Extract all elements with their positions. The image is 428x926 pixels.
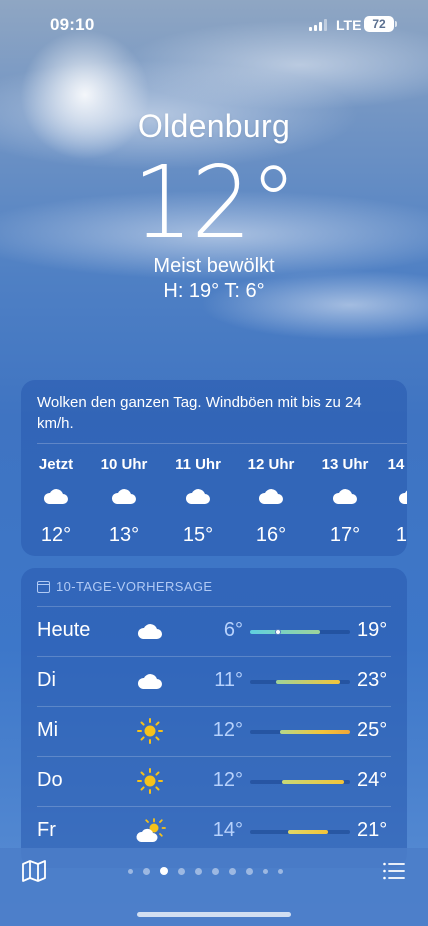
divider [37,443,407,444]
hourly-scroller[interactable]: Jetzt 12° 10 Uhr 13° 11 Uhr 15° 12 Uhr 1… [21,456,407,546]
day-low: 12° [212,769,243,791]
hour-label: 13 Uhr [321,456,369,473]
sun-icon [136,717,166,745]
day-low: 11° [214,669,243,691]
temp-range-fill [288,830,328,834]
hour-item: 14 Uhr 18° [376,456,407,546]
day-high: 24° [357,769,388,791]
ten-day-forecast-card[interactable]: 10-TAGE-VORHERSAGE Heute 6° 19° Di 11° 2… [21,568,407,868]
hour-label: 10 Uhr [100,456,148,473]
temp-range-bar [250,680,350,684]
temp-range-fill [282,780,344,784]
ten-day-header: 10-TAGE-VORHERSAGE [37,579,213,594]
hourly-forecast-card[interactable]: Wolken den ganzen Tag. Windböen mit bis … [21,380,407,556]
high-low-text: H: 19° T: 6° [163,280,265,302]
hour-label: 11 Uhr [175,456,221,473]
hour-temp: 15° [182,524,214,546]
cloud-icon [136,617,166,645]
day-row-mi[interactable]: Mi 12° 25° [21,706,407,756]
temp-range-bar [250,830,350,834]
calendar-icon [37,580,50,593]
page-dot [229,867,236,875]
day-name: Mi [37,719,59,741]
city-name: Oldenburg [137,108,291,144]
day-name: Do [37,769,63,791]
day-name: Di [37,669,56,691]
ten-day-title: 10-TAGE-VORHERSAGE [56,579,213,594]
hour-label: Jetzt [38,456,74,473]
current-weather: Oldenburg 12° Meist bewölkt H: 19° T: 6° [0,108,428,303]
temp-range-bar [250,780,350,784]
cloud-icon [21,486,91,518]
divider [37,606,391,607]
divider [37,706,391,707]
temp-range-bar [250,629,350,635]
page-dot-active [160,867,168,875]
temp-range-bar [250,730,350,734]
hour-item: 10 Uhr 13° [89,456,159,546]
cloud-icon [376,486,407,518]
temp-range-fill [276,680,340,684]
hour-item: 13 Uhr 17° [310,456,380,546]
cloud-icon [163,486,233,518]
cloud-icon [236,486,306,518]
list-icon[interactable] [382,860,406,882]
day-high: 25° [357,719,388,741]
hour-label: 14 Uhr [387,456,407,473]
day-row-di[interactable]: Di 11° 23° [21,656,407,706]
home-indicator [137,912,291,917]
day-name: Fr [37,819,56,841]
day-name: Heute [37,619,91,641]
day-high: 23° [357,669,388,691]
hour-temp: 13° [108,524,140,546]
temp-range-fill [250,630,320,634]
hour-item: 11 Uhr 15° [163,456,233,546]
location-arrow-dot [128,868,133,874]
temp-range-fill [280,730,350,734]
hour-item: Jetzt 12° [21,456,91,546]
hour-temp: 12° [40,524,72,546]
status-bar: 09:10 LTE 72 [0,0,428,50]
map-icon[interactable] [21,859,47,883]
current-temperature: 12° [132,144,298,261]
page-dot [178,867,185,875]
page-dot [195,867,202,875]
divider [37,656,391,657]
status-time: 09:10 [50,15,95,34]
page-dot [212,867,219,875]
partly-cloudy-icon [136,817,166,845]
page-dot [263,868,268,874]
day-low: 12° [212,719,243,741]
page-dot [278,868,283,874]
network-label: LTE [336,17,362,33]
cloud-icon [89,486,159,518]
page-indicator[interactable] [128,867,283,875]
current-temp-dot [275,629,281,635]
hour-item: 12 Uhr 16° [236,456,306,546]
battery-icon: 72 [364,16,397,32]
hour-temp: 18° [395,524,407,546]
forecast-summary: Wolken den ganzen Tag. Windböen mit bis … [37,394,362,432]
hour-label: 12 Uhr [247,456,295,473]
divider [37,806,391,807]
hour-temp: 17° [329,524,361,546]
day-low: 6° [223,619,243,641]
cloud-icon [310,486,380,518]
divider [37,756,391,757]
day-row-do[interactable]: Do 12° 24° [21,756,407,806]
signal-icon [309,19,327,31]
day-high: 19° [357,619,388,641]
cloud-icon [136,667,166,695]
page-dot [246,867,253,875]
day-row-heute[interactable]: Heute 6° 19° [21,606,407,656]
page-dot [143,867,150,875]
day-low: 14° [212,819,243,841]
hour-temp: 16° [255,524,287,546]
day-high: 21° [357,819,388,841]
sun-icon [136,767,166,795]
